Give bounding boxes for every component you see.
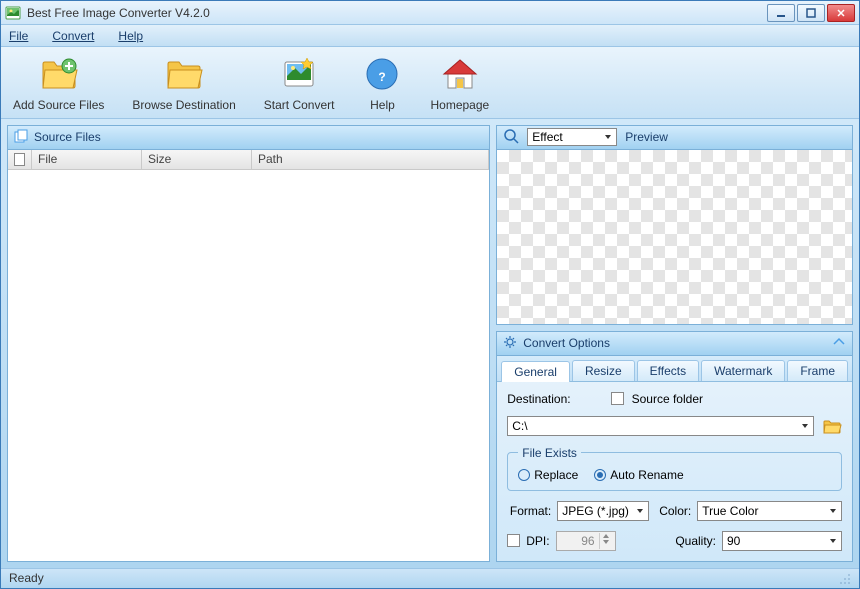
toolbar-label: Help	[370, 98, 395, 112]
convert-options-panel: Convert Options General Resize Effects W…	[496, 331, 853, 562]
add-source-files-button[interactable]: Add Source Files	[13, 54, 104, 112]
source-files-header: Source Files	[8, 126, 489, 150]
collapse-icon[interactable]	[832, 336, 846, 350]
content-area: Source Files File Size Path Effect	[1, 119, 859, 568]
window-title: Best Free Image Converter V4.2.0	[27, 6, 767, 20]
folder-icon	[164, 54, 204, 94]
toolbar-label: Start Convert	[264, 98, 335, 112]
menu-help[interactable]: Help	[118, 29, 143, 43]
tab-resize[interactable]: Resize	[572, 360, 635, 381]
table-header: File Size Path	[8, 150, 489, 170]
toolbar-label: Browse Destination	[132, 98, 235, 112]
tab-watermark[interactable]: Watermark	[701, 360, 785, 381]
format-label: Format:	[507, 504, 551, 518]
chevron-down-icon	[829, 507, 837, 515]
panel-title: Convert Options	[523, 336, 610, 350]
browse-destination-button[interactable]: Browse Destination	[132, 54, 235, 112]
column-size[interactable]: Size	[142, 150, 252, 169]
app-window: Best Free Image Converter V4.2.0 File Co…	[0, 0, 860, 589]
minimize-button[interactable]	[767, 4, 795, 22]
color-value: True Color	[702, 504, 758, 518]
tab-general[interactable]: General	[501, 361, 570, 382]
dpi-spinner[interactable]: 96	[556, 531, 616, 551]
options-tabs: General Resize Effects Watermark Frame	[497, 356, 852, 382]
radio-icon	[518, 469, 530, 481]
panel-title: Source Files	[34, 130, 101, 144]
dpi-checkbox[interactable]	[507, 534, 520, 547]
quality-select[interactable]: 90	[722, 531, 842, 551]
preview-header: Effect Preview	[497, 126, 852, 150]
spinner-arrows	[599, 533, 611, 549]
destination-row: Destination: Source folder	[507, 392, 842, 406]
dpi-row: DPI: 96 Quality: 90	[507, 531, 842, 551]
file-exists-group: File Exists Replace Auto Rename	[507, 446, 842, 491]
svg-text:?: ?	[379, 70, 386, 84]
status-bar: Ready	[1, 568, 859, 588]
color-select[interactable]: True Color	[697, 501, 842, 521]
file-exists-label: File Exists	[518, 446, 581, 460]
gear-icon	[503, 335, 517, 352]
chevron-down-icon	[829, 537, 837, 545]
toolbar: Add Source Files Browse Destination Star…	[1, 47, 859, 118]
title-bar: Best Free Image Converter V4.2.0	[1, 1, 859, 25]
preview-area	[497, 150, 852, 324]
chevron-down-icon	[636, 507, 644, 515]
source-folder-label: Source folder	[632, 392, 703, 406]
convert-icon	[279, 54, 319, 94]
window-controls	[767, 4, 855, 22]
format-value: JPEG (*.jpg)	[562, 504, 629, 518]
format-row: Format: JPEG (*.jpg) Color: True Color	[507, 501, 842, 521]
preview-panel: Effect Preview	[496, 125, 853, 325]
app-icon	[5, 5, 21, 21]
destination-select[interactable]: C:\	[507, 416, 814, 436]
options-header: Convert Options	[497, 332, 852, 356]
column-checkbox[interactable]	[8, 150, 32, 169]
resize-grip-icon[interactable]	[837, 571, 851, 585]
effect-value: Effect	[532, 130, 562, 144]
menu-file[interactable]: File	[9, 29, 28, 43]
source-files-panel: Source Files File Size Path	[7, 125, 490, 562]
maximize-button[interactable]	[797, 4, 825, 22]
help-button[interactable]: ? Help	[362, 54, 402, 112]
magnifier-icon	[503, 128, 519, 147]
menu-convert[interactable]: Convert	[52, 29, 94, 43]
home-icon	[440, 54, 480, 94]
preview-label: Preview	[625, 130, 668, 144]
format-select[interactable]: JPEG (*.jpg)	[557, 501, 649, 521]
color-label: Color:	[655, 504, 691, 518]
column-path[interactable]: Path	[252, 150, 489, 169]
source-folder-checkbox[interactable]	[611, 392, 624, 405]
folder-add-icon	[39, 54, 79, 94]
close-button[interactable]	[827, 4, 855, 22]
quality-value: 90	[727, 534, 740, 548]
homepage-button[interactable]: Homepage	[430, 54, 489, 112]
radio-icon	[594, 469, 606, 481]
checkbox-icon	[14, 153, 25, 166]
menu-bar: File Convert Help	[1, 25, 859, 47]
options-body: Destination: Source folder C:\	[497, 382, 852, 561]
dpi-label: DPI:	[526, 534, 549, 548]
column-file[interactable]: File	[32, 150, 142, 169]
toolbar-label: Homepage	[430, 98, 489, 112]
status-text: Ready	[9, 571, 44, 585]
chevron-down-icon	[604, 133, 612, 141]
replace-radio[interactable]: Replace	[518, 468, 578, 482]
right-pane: Effect Preview Convert Options	[496, 125, 853, 562]
help-icon: ?	[362, 54, 402, 94]
tab-frame[interactable]: Frame	[787, 360, 848, 381]
start-convert-button[interactable]: Start Convert	[264, 54, 335, 112]
effect-select[interactable]: Effect	[527, 128, 617, 146]
destination-label: Destination:	[507, 392, 570, 406]
dpi-value: 96	[581, 534, 594, 548]
quality-label: Quality:	[675, 534, 716, 548]
chevron-down-icon	[801, 422, 809, 430]
tab-effects[interactable]: Effects	[637, 360, 699, 381]
files-icon	[14, 129, 28, 146]
toolbar-label: Add Source Files	[13, 98, 104, 112]
auto-rename-radio[interactable]: Auto Rename	[594, 468, 683, 482]
destination-select-row: C:\	[507, 416, 842, 436]
destination-value: C:\	[512, 419, 527, 433]
browse-folder-button[interactable]	[822, 416, 842, 436]
file-list[interactable]	[8, 170, 489, 561]
